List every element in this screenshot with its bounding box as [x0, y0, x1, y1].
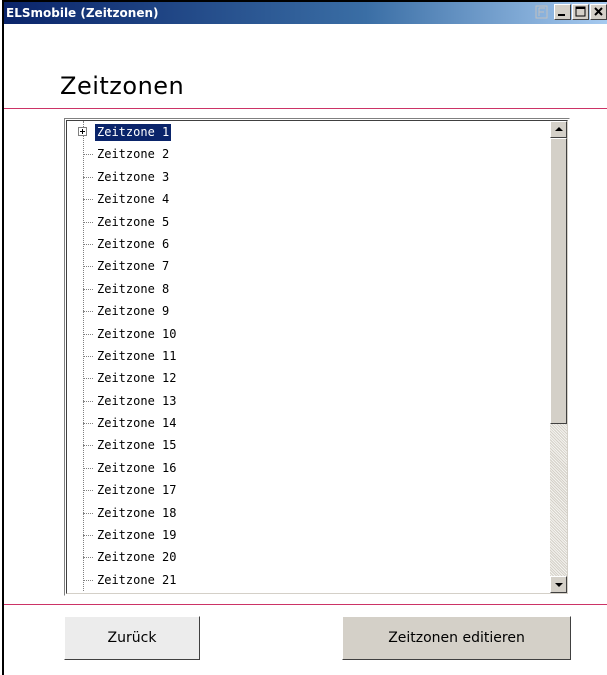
window-controls [535, 4, 607, 22]
tree-item-label: Zeitzone 3 [97, 169, 170, 184]
tree-connector [83, 535, 93, 537]
close-icon[interactable] [590, 4, 607, 20]
tree-list: Zeitzone 1 Zeitzone 2 Zeitzone 3 Zeitzone 4… [67, 121, 547, 592]
tree-item[interactable]: Zeitzone 17 [67, 479, 547, 501]
tree-connector [83, 512, 93, 514]
tree-item[interactable]: Zeitzone 7 [67, 255, 547, 277]
arrow-down-icon [555, 583, 563, 587]
tree-item[interactable]: Zeitzone 11 [67, 345, 547, 367]
tree-connector [83, 199, 93, 201]
tree-item-label: Zeitzone 15 [97, 438, 177, 453]
edit-timezones-button[interactable]: Zeitzonen editieren [342, 616, 571, 660]
tree-connector [83, 266, 93, 268]
tree-item[interactable]: Zeitzone 16 [67, 457, 547, 479]
tree-item-label: Zeitzone 1 [95, 124, 172, 141]
tree-item-label: Zeitzone 8 [97, 281, 170, 296]
window-title: ELSmobile (Zeitzonen) [6, 6, 159, 20]
tree-item[interactable]: Zeitzone 20 [67, 546, 547, 568]
tree-connector [83, 154, 93, 156]
scroll-up-button[interactable] [550, 121, 567, 138]
keyboard-icon[interactable] [535, 4, 549, 20]
tree-connector [83, 400, 93, 402]
tree-item-label: Zeitzone 9 [97, 304, 170, 319]
page-title: Zeitzonen [60, 72, 185, 100]
tree-item-label: Zeitzone 7 [97, 259, 170, 274]
tree-item-label: Zeitzone 2 [97, 147, 170, 162]
tree-item[interactable]: Zeitzone 10 [67, 323, 547, 345]
back-button[interactable]: Zurück [64, 616, 200, 660]
tree-item[interactable]: Zeitzone 14 [67, 412, 547, 434]
tree-item[interactable]: Zeitzone 4 [67, 188, 547, 210]
tree-item-label: Zeitzone 4 [97, 192, 170, 207]
tree-item-label: Zeitzone 14 [97, 416, 177, 431]
scroll-down-button[interactable] [550, 576, 567, 593]
tree-item[interactable]: Zeitzone 19 [67, 524, 547, 546]
vertical-scrollbar[interactable] [550, 121, 567, 593]
tree-item-label: Zeitzone 5 [97, 214, 170, 229]
tree-item-label: Zeitzone 20 [97, 550, 177, 565]
tree-item-label: Zeitzone 12 [97, 371, 177, 386]
tree-connector [83, 378, 93, 380]
minimize-icon[interactable] [554, 4, 571, 20]
tree-item[interactable]: Zeitzone 21 [67, 569, 547, 591]
timezone-tree[interactable]: Zeitzone 1 Zeitzone 2 Zeitzone 3 Zeitzone 4… [64, 118, 570, 596]
tree-item[interactable]: Zeitzone 18 [67, 502, 547, 524]
tree-connector [83, 221, 93, 223]
tree-item-label: Zeitzone 11 [97, 348, 177, 363]
tree-item-label: Zeitzone 16 [97, 460, 177, 475]
tree-item-label: Zeitzone 17 [97, 483, 177, 498]
tree-viewport: Zeitzone 1 Zeitzone 2 Zeitzone 3 Zeitzone 4… [66, 120, 568, 594]
tree-item-label: Zeitzone 18 [97, 505, 177, 520]
tree-item-label: Zeitzone 19 [97, 528, 177, 543]
tree-item[interactable]: Zeitzone 15 [67, 434, 547, 456]
tree-item[interactable]: Zeitzone 5 [67, 211, 547, 233]
tree-item[interactable]: Zeitzone 1 [67, 121, 547, 143]
tree-item[interactable]: Zeitzone 12 [67, 367, 547, 389]
scroll-thumb[interactable] [550, 138, 567, 424]
header-divider [4, 108, 607, 109]
tree-item-label: Zeitzone 21 [97, 572, 177, 587]
tree-item-label: Zeitzone 10 [97, 326, 177, 341]
tree-item-label: Zeitzone 6 [97, 236, 170, 251]
tree-connector [83, 176, 93, 178]
tree-item[interactable]: Zeitzone 3 [67, 166, 547, 188]
tree-connector [83, 490, 93, 492]
maximize-icon[interactable] [572, 4, 589, 20]
tree-item[interactable]: Zeitzone 8 [67, 278, 547, 300]
tree-connector [83, 423, 93, 425]
tree-connector [83, 311, 93, 313]
tree-item[interactable]: Zeitzone 6 [67, 233, 547, 255]
tree-item[interactable]: Zeitzone 9 [67, 300, 547, 322]
app-window: ELSmobile (Zeitzonen) Zeitzonen Zeitzone… [2, 0, 607, 675]
tree-connector [83, 288, 93, 290]
tree-connector [83, 445, 93, 447]
tree-connector [83, 557, 93, 559]
tree-item-label: Zeitzone 13 [97, 393, 177, 408]
title-bar[interactable]: ELSmobile (Zeitzonen) [4, 2, 607, 24]
footer-divider [4, 604, 607, 605]
tree-connector [83, 355, 93, 357]
tree-item[interactable]: Zeitzone 13 [67, 390, 547, 412]
arrow-up-icon [555, 127, 563, 131]
tree-connector [83, 333, 93, 335]
tree-item[interactable]: Zeitzone 2 [67, 143, 547, 165]
tree-connector [83, 579, 93, 581]
tree-connector [83, 243, 93, 245]
expand-plus-icon[interactable] [78, 127, 87, 136]
tree-connector [83, 467, 93, 469]
